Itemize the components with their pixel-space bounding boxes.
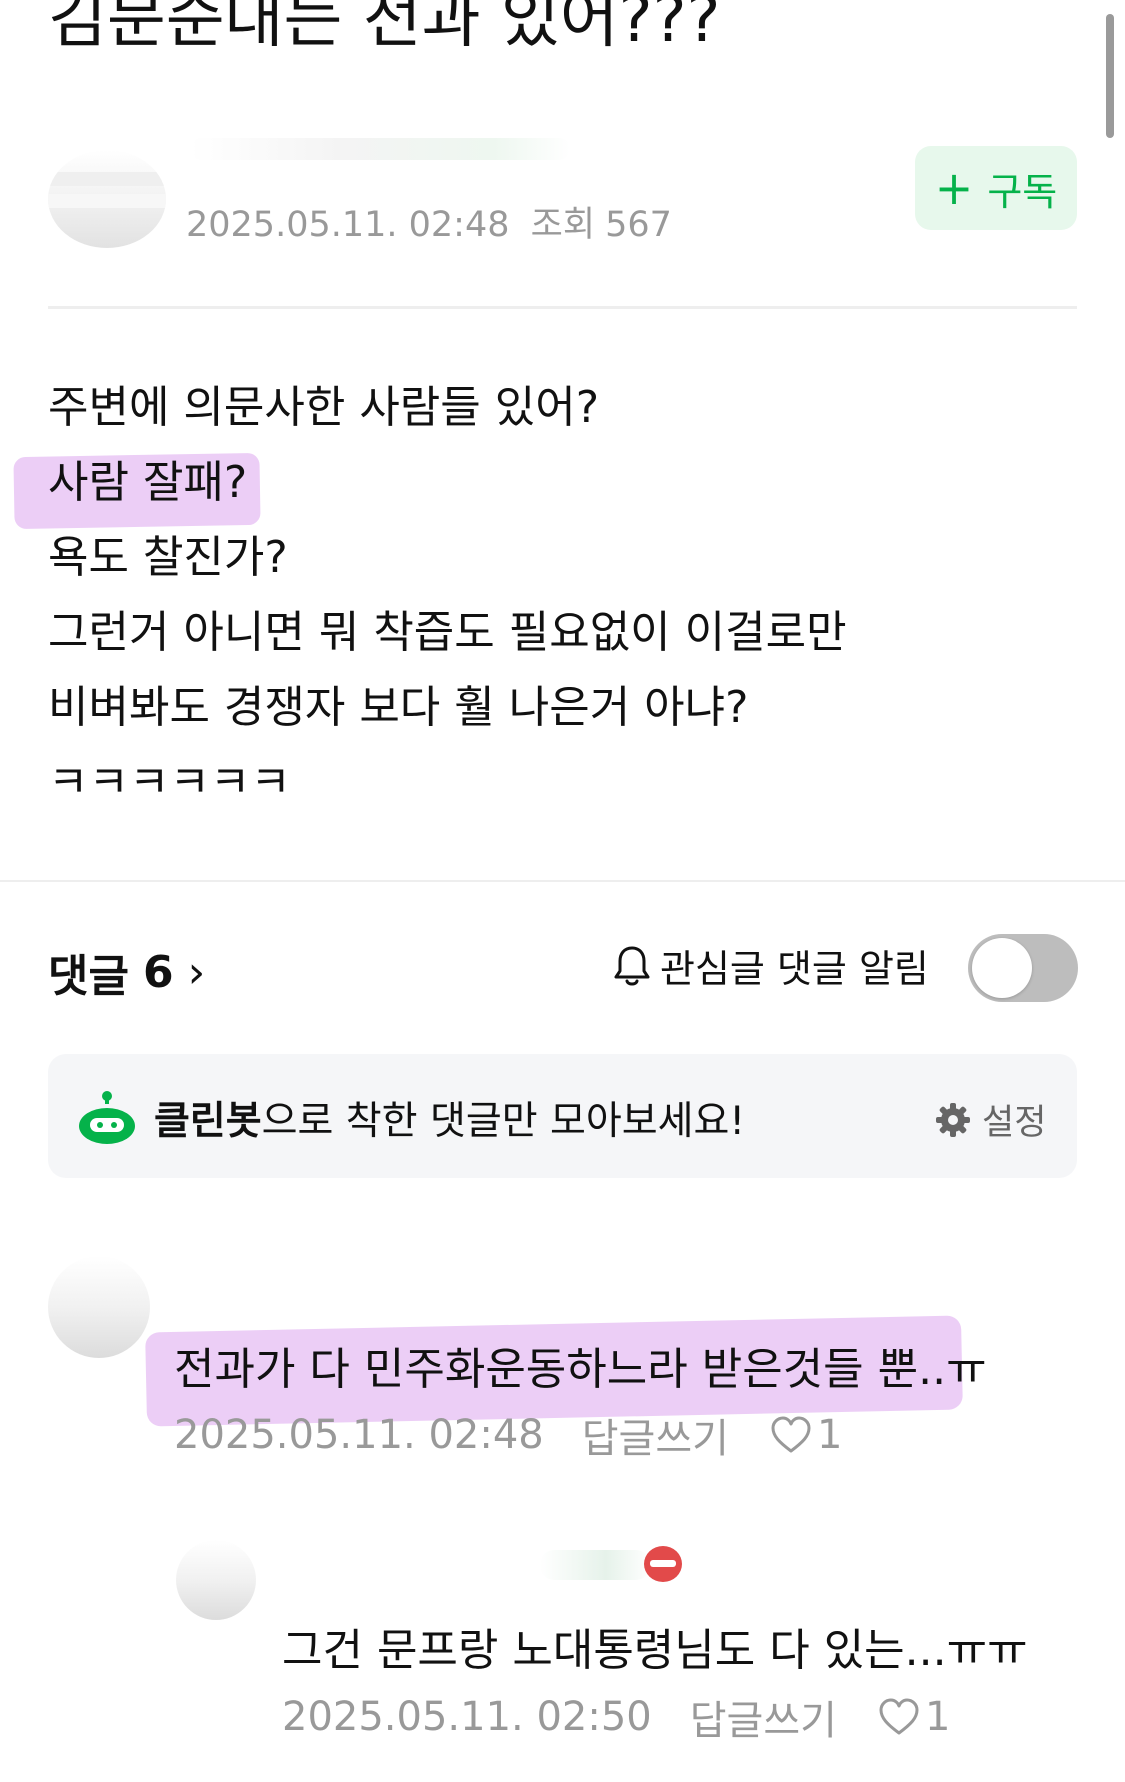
commenter-avatar[interactable] bbox=[176, 1540, 256, 1620]
notify-toggle[interactable] bbox=[968, 934, 1078, 1002]
cleanbot-banner[interactable]: 클린봇으로 착한 댓글만 모아보세요! 설정 bbox=[48, 1054, 1077, 1178]
views-count: 567 bbox=[605, 205, 672, 245]
like-button[interactable]: 1 bbox=[769, 1412, 842, 1458]
author-avatar[interactable] bbox=[48, 150, 166, 248]
divider bbox=[48, 306, 1077, 309]
views-label: 조회 bbox=[530, 205, 596, 245]
heart-icon bbox=[879, 1698, 919, 1735]
post-title: 김문순대는 전과 있어??? bbox=[48, 0, 721, 57]
bell-icon bbox=[614, 946, 650, 985]
comment-date: 2025.05.11. 02:50 bbox=[282, 1694, 652, 1740]
comments-count: 6 bbox=[142, 946, 174, 998]
gear-icon bbox=[936, 1102, 970, 1137]
heart-icon bbox=[771, 1416, 811, 1453]
commenter-avatar[interactable] bbox=[48, 1256, 150, 1358]
post-body: 주변에 의문사한 사람들 있어? 사람 잘패? 욕도 찰진가? 그런거 아니면 … bbox=[13, 370, 847, 820]
like-count: 1 bbox=[816, 1412, 843, 1458]
subscribe-label: 구독 bbox=[987, 169, 1058, 214]
reply-text: 그건 문프랑 노대통령님도 다 있는...ㅠㅠ bbox=[282, 1625, 1028, 1676]
comment-meta: 2025.05.11. 02:48 답글쓰기 1 bbox=[174, 1406, 842, 1464]
comment-text: 전과가 다 민주화운동하느라 받은것들 뿐..ㅠ bbox=[174, 1344, 987, 1395]
like-button[interactable]: 1 bbox=[877, 1694, 950, 1740]
comment-date: 2025.05.11. 02:48 bbox=[174, 1412, 544, 1458]
body-line-highlighted: 사람 잘패? bbox=[13, 445, 847, 530]
subscribe-button[interactable]: + 구독 bbox=[915, 146, 1077, 230]
notify-label: 관심글 댓글 알림 bbox=[660, 947, 929, 991]
toggle-knob bbox=[972, 938, 1032, 998]
reply-button[interactable]: 답글쓰기 bbox=[690, 1688, 837, 1746]
cleanbot-settings-button[interactable]: 설정 bbox=[934, 1094, 1046, 1145]
section-divider bbox=[0, 880, 1125, 882]
cleanbot-message: 클린봇으로 착한 댓글만 모아보세요! bbox=[154, 1099, 746, 1144]
commenter-name[interactable] bbox=[540, 1550, 650, 1580]
comments-label: 댓글 bbox=[48, 951, 129, 1002]
comments-header-link[interactable]: 댓글 6 › bbox=[48, 940, 205, 1004]
body-line: 주변에 의문사한 사람들 있어? bbox=[48, 382, 600, 433]
body-line: 비벼봐도 경쟁자 보다 훨 나은거 아냐? bbox=[48, 682, 749, 733]
body-line: ㅋㅋㅋㅋㅋㅋ bbox=[48, 757, 291, 808]
commenter-badge-icon bbox=[644, 1546, 682, 1582]
post-meta: 2025.05.11. 02:48 조회 567 bbox=[186, 196, 682, 247]
settings-label: 설정 bbox=[982, 1103, 1047, 1143]
post-date: 2025.05.11. 02:48 bbox=[186, 205, 510, 245]
comment-meta: 2025.05.11. 02:50 답글쓰기 1 bbox=[282, 1688, 950, 1746]
cleanbot-robot-icon bbox=[79, 1091, 135, 1144]
body-line: 욕도 찰진가? bbox=[48, 532, 288, 583]
author-name[interactable] bbox=[190, 138, 570, 160]
body-line: 그런거 아니면 뭐 착즙도 필요없이 이걸로만 bbox=[48, 607, 847, 658]
scrollbar[interactable] bbox=[1106, 14, 1114, 138]
like-count: 1 bbox=[924, 1694, 951, 1740]
chevron-right-icon: › bbox=[187, 946, 206, 998]
plus-icon: + bbox=[934, 161, 974, 215]
reply-button[interactable]: 답글쓰기 bbox=[582, 1406, 729, 1464]
comment-notify: 관심글 댓글 알림 bbox=[612, 938, 929, 993]
